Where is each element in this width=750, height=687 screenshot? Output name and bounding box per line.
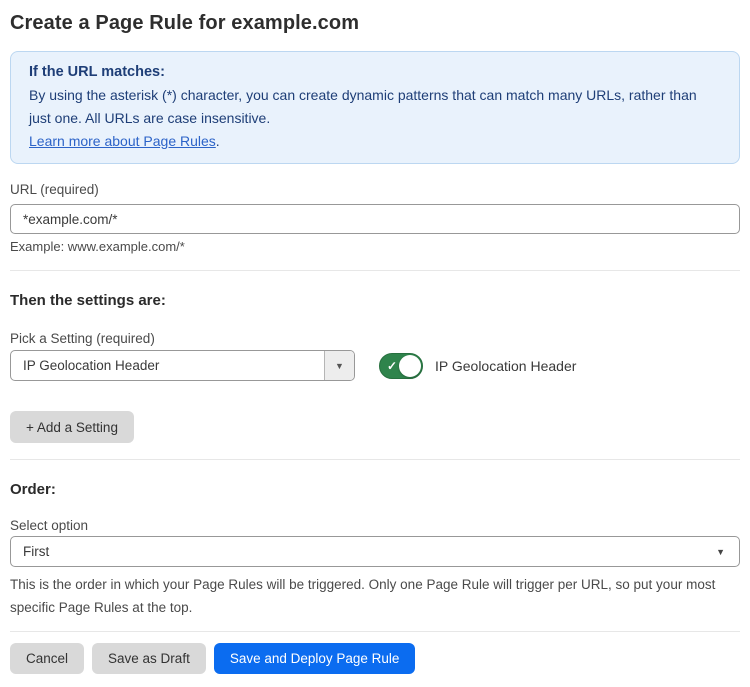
order-select-label: Select option <box>10 518 740 533</box>
url-field-helper: Example: www.example.com/* <box>10 239 740 254</box>
ip-geolocation-toggle[interactable]: ✓ <box>379 353 423 379</box>
setting-select-button[interactable]: ▼ <box>324 351 354 380</box>
chevron-down-icon: ▼ <box>335 361 344 371</box>
divider-after-settings <box>10 459 740 460</box>
create-page-rule-form: Create a Page Rule for example.com If th… <box>0 0 750 686</box>
order-helper-text: This is the order in which your Page Rul… <box>10 573 740 619</box>
setting-select[interactable]: IP Geolocation Header ▼ <box>10 350 355 381</box>
settings-section-heading: Then the settings are: <box>10 292 740 309</box>
order-select[interactable]: First ▼ <box>10 536 740 567</box>
url-input[interactable] <box>10 204 740 234</box>
divider-before-footer <box>10 631 740 632</box>
order-section-heading: Order: <box>10 481 740 498</box>
cancel-button[interactable]: Cancel <box>10 643 84 674</box>
toggle-knob <box>399 355 421 377</box>
pick-setting-label: Pick a Setting (required) <box>10 331 740 346</box>
chevron-down-icon: ▼ <box>716 547 725 557</box>
add-setting-button[interactable]: + Add a Setting <box>10 411 134 443</box>
setting-select-value: IP Geolocation Header <box>11 351 324 380</box>
save-as-draft-button[interactable]: Save as Draft <box>92 643 206 674</box>
toggle-label: IP Geolocation Header <box>435 358 576 374</box>
page-title: Create a Page Rule for example.com <box>10 12 740 34</box>
order-select-value: First <box>23 544 49 559</box>
save-and-deploy-button[interactable]: Save and Deploy Page Rule <box>214 643 416 674</box>
info-box-link-line: Learn more about Page Rules. <box>29 130 721 153</box>
check-icon: ✓ <box>387 359 397 373</box>
link-suffix: . <box>216 133 220 149</box>
url-match-info-box: If the URL matches: By using the asteris… <box>10 51 740 164</box>
divider-after-url <box>10 270 740 271</box>
setting-row: IP Geolocation Header ▼ ✓ IP Geolocation… <box>10 350 740 381</box>
info-box-body: By using the asterisk (*) character, you… <box>29 84 719 130</box>
url-field-label: URL (required) <box>10 182 740 197</box>
footer-actions: Cancel Save as Draft Save and Deploy Pag… <box>10 643 740 674</box>
learn-more-link[interactable]: Learn more about Page Rules <box>29 133 216 149</box>
info-box-heading: If the URL matches: <box>29 61 721 84</box>
